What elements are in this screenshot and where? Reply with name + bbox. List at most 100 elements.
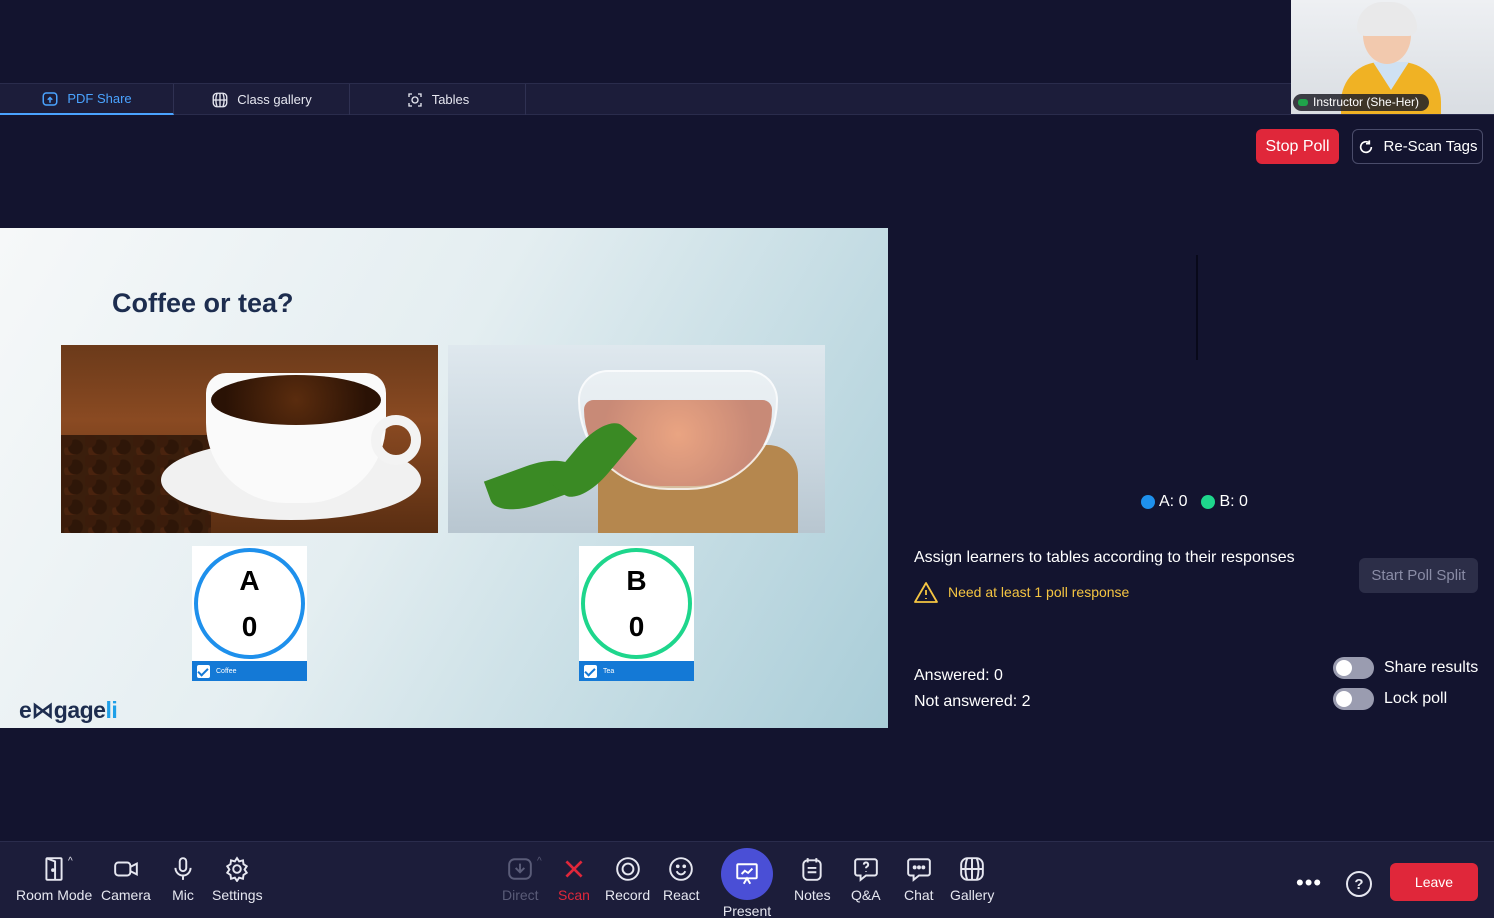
camera-button[interactable]: Camera — [101, 856, 151, 903]
rescan-label: Re-Scan Tags — [1383, 138, 1478, 155]
record-icon — [615, 857, 640, 881]
slide-title: Coffee or tea? — [112, 288, 294, 318]
response-tag-b: B 0 Tea — [579, 546, 694, 681]
close-icon — [565, 860, 583, 878]
present-label: Present — [722, 903, 772, 918]
download-tray-icon — [508, 858, 533, 880]
instructor-video-tile[interactable]: Instructor (She-Her) — [1291, 0, 1494, 114]
warning-icon — [914, 582, 938, 603]
question-bubble-icon — [853, 858, 878, 882]
logo-text-d: li — [105, 697, 118, 723]
present-button[interactable]: Present — [721, 848, 773, 918]
tag-count: 0 — [628, 610, 645, 642]
present-icon-circle — [721, 848, 773, 900]
coffee-photo — [61, 345, 438, 533]
answered-count: Answered: 0 — [914, 667, 1003, 684]
tag-label-bar: Tea — [579, 661, 694, 681]
qa-label: Q&A — [851, 887, 881, 903]
tag-ring: A 0 — [194, 548, 305, 659]
start-poll-split-button[interactable]: Start Poll Split — [1359, 558, 1478, 593]
poll-legend: A: 0 B: 0 — [1141, 493, 1248, 511]
direct-button[interactable]: Direct — [502, 856, 539, 903]
react-button[interactable]: React — [663, 856, 700, 903]
logo-text-c: gage — [53, 697, 106, 723]
tag-label: Tea — [603, 667, 615, 675]
chart-axis-line — [1196, 255, 1198, 360]
poll-warning: Need at least 1 poll response — [914, 581, 1129, 603]
camera-icon — [114, 861, 138, 877]
tea-photo — [448, 345, 825, 533]
not-answered-count: Not answered: 2 — [914, 693, 1031, 710]
share-results-toggle[interactable] — [1333, 657, 1374, 679]
tab-tables[interactable]: Tables — [350, 84, 526, 115]
notes-icon — [802, 858, 822, 881]
tab-label: Tables — [431, 92, 470, 107]
record-label: Record — [605, 887, 651, 903]
audio-signal-icon — [1298, 99, 1308, 106]
notes-button[interactable]: Notes — [794, 856, 831, 903]
room-mode-label: Room Mode — [16, 887, 93, 903]
assign-instruction: Assign learners to tables according to t… — [914, 549, 1295, 566]
tag-letter: B — [626, 564, 647, 596]
direct-label: Direct — [502, 887, 539, 903]
participant-name-badge: Instructor (She-Her) — [1293, 94, 1430, 111]
bottom-toolbar: Room Mode ^ Camera Mic Settings Direct ^… — [0, 841, 1494, 918]
legend-label-b: B: 0 — [1219, 493, 1248, 510]
settings-button[interactable]: Settings — [212, 856, 263, 903]
rescan-tags-button[interactable]: Re-Scan Tags — [1352, 129, 1483, 164]
room-mode-button[interactable]: Room Mode — [16, 856, 92, 903]
leave-button[interactable]: Leave — [1390, 863, 1478, 901]
scan-label: Scan — [558, 887, 590, 903]
tag-label: Coffee — [216, 667, 237, 675]
warning-text: Need at least 1 poll response — [948, 584, 1130, 600]
lock-poll-toggle[interactable] — [1333, 688, 1374, 710]
room-mode-caret-icon[interactable]: ^ — [68, 856, 73, 867]
mic-button[interactable]: Mic — [170, 856, 196, 903]
legend-dot-b — [1201, 495, 1216, 509]
microphone-icon — [174, 857, 192, 880]
scan-button[interactable]: Scan — [558, 856, 590, 903]
smiley-icon — [669, 857, 694, 881]
globe-icon — [212, 92, 228, 107]
notes-label: Notes — [794, 887, 831, 903]
tag-count: 0 — [241, 610, 258, 642]
legend-item-b: B: 0 — [1201, 493, 1248, 511]
gallery-button[interactable]: Gallery — [950, 856, 994, 903]
shared-slide: Coffee or tea? A 0 Coffee B 0 Tea e⋈gage… — [0, 228, 888, 728]
lock-poll-row: Lock poll — [1333, 688, 1447, 710]
tag-label-bar: Coffee — [192, 661, 307, 681]
expand-frame-icon — [408, 92, 422, 107]
share-screen-icon — [42, 91, 58, 106]
refresh-icon — [1359, 139, 1372, 153]
camera-label: Camera — [101, 887, 151, 903]
tab-bar: PDF Share Class gallery Tables — [0, 83, 1494, 115]
chat-button[interactable]: Chat — [904, 856, 934, 903]
qa-button[interactable]: Q&A — [851, 856, 881, 903]
lock-poll-label: Lock poll — [1384, 690, 1448, 707]
more-options-icon[interactable]: ••• — [1296, 870, 1322, 896]
direct-caret-icon[interactable]: ^ — [537, 856, 542, 867]
participant-name: Instructor (She-Her) — [1313, 95, 1420, 109]
help-icon[interactable]: ? — [1346, 871, 1372, 897]
mic-label: Mic — [172, 887, 194, 903]
settings-label: Settings — [212, 887, 263, 903]
presentation-icon — [736, 863, 758, 885]
legend-label-a: A: 0 — [1159, 493, 1188, 510]
gear-icon — [226, 856, 249, 882]
coffee-cup-handle — [371, 415, 421, 465]
tag-letter: A — [239, 564, 260, 596]
logo-mark: ⋈ — [31, 697, 54, 723]
response-tag-a: A 0 Coffee — [192, 546, 307, 681]
chat-bubble-icon — [906, 858, 931, 882]
react-label: React — [663, 887, 700, 903]
checkbox-icon — [197, 664, 210, 678]
legend-item-a: A: 0 — [1141, 493, 1187, 511]
tab-pdf-share[interactable]: PDF Share — [0, 84, 174, 115]
tag-ring: B 0 — [581, 548, 692, 659]
tab-class-gallery[interactable]: Class gallery — [174, 84, 350, 115]
coffee-liquid — [211, 375, 381, 425]
gallery-label: Gallery — [950, 887, 995, 903]
legend-dot-a — [1141, 495, 1155, 509]
record-button[interactable]: Record — [605, 856, 650, 903]
stop-poll-button[interactable]: Stop Poll — [1256, 129, 1339, 164]
